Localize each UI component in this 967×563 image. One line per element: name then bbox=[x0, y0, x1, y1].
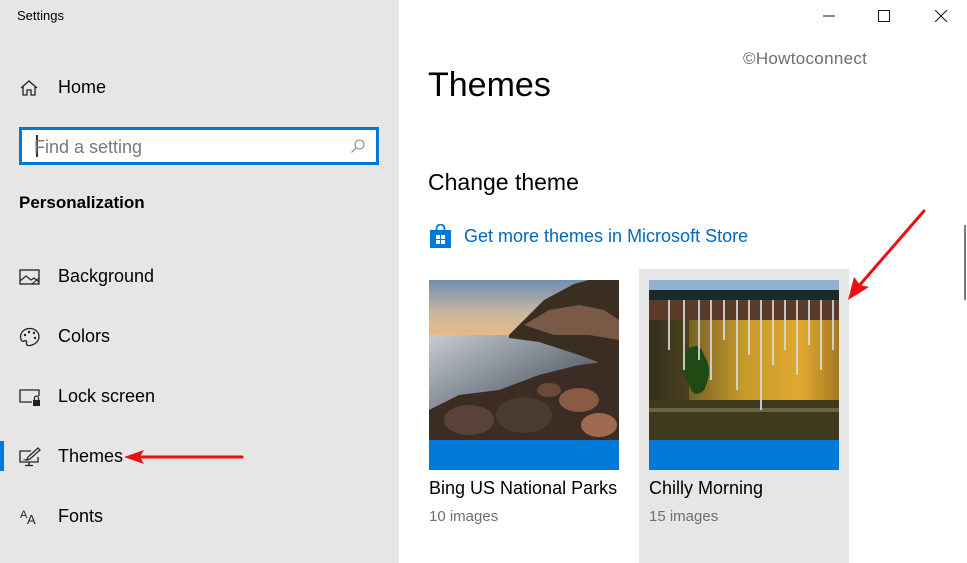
theme-card-bing-us-national-parks[interactable]: Bing US National Parks 10 images bbox=[419, 269, 629, 563]
close-button[interactable] bbox=[918, 0, 964, 32]
picture-icon bbox=[19, 269, 40, 285]
theme-card-chilly-morning[interactable]: Chilly Morning 15 images bbox=[639, 269, 849, 563]
theme-image-count: 10 images bbox=[429, 508, 499, 525]
sidebar-item-colors[interactable]: Colors bbox=[0, 317, 399, 357]
themes-brush-monitor-icon bbox=[19, 447, 41, 467]
fonts-icon: A A bbox=[20, 509, 36, 527]
search-box[interactable] bbox=[19, 127, 379, 165]
active-indicator bbox=[0, 441, 4, 471]
svg-text:A: A bbox=[27, 512, 36, 527]
search-input[interactable] bbox=[34, 135, 334, 159]
section-heading: Personalization bbox=[19, 193, 145, 212]
maximize-button[interactable] bbox=[861, 0, 907, 32]
theme-accent-color bbox=[429, 440, 619, 470]
sidebar-item-label: Fonts bbox=[58, 506, 104, 526]
sidebar-item-label: Lock screen bbox=[58, 386, 156, 406]
minimize-icon bbox=[823, 15, 835, 17]
lock-screen-icon bbox=[19, 389, 40, 406]
palette-icon bbox=[19, 327, 40, 347]
scrollbar-thumb[interactable] bbox=[964, 225, 966, 300]
watermark: ©Howtoconnect bbox=[743, 49, 868, 68]
theme-accent-color bbox=[649, 440, 839, 470]
sidebar-item-background[interactable]: Background bbox=[0, 257, 399, 297]
maximize-icon bbox=[878, 10, 890, 22]
microsoft-store-link[interactable]: Get more themes in Microsoft Store bbox=[428, 222, 748, 250]
sidebar-item-fonts[interactable]: A A Fonts bbox=[0, 497, 399, 537]
search-icon[interactable] bbox=[350, 138, 366, 154]
minimize-button[interactable] bbox=[806, 0, 852, 32]
page-title: Themes bbox=[428, 66, 551, 104]
app-title: Settings bbox=[17, 8, 64, 23]
store-link-text: Get more themes in Microsoft Store bbox=[464, 225, 749, 246]
change-theme-heading: Change theme bbox=[428, 169, 579, 195]
theme-name: Chilly Morning bbox=[649, 478, 764, 498]
sidebar-item-label: Colors bbox=[58, 326, 111, 346]
home-icon bbox=[20, 80, 38, 96]
store-bag-icon bbox=[430, 223, 451, 248]
theme-thumbnail-coast bbox=[429, 280, 619, 440]
sidebar-home[interactable]: Home bbox=[0, 70, 399, 106]
theme-name: Bing US National Parks bbox=[429, 478, 618, 498]
sidebar: Settings Home Personalization Background bbox=[0, 0, 399, 563]
home-label: Home bbox=[58, 77, 107, 97]
theme-thumbnail-icicles bbox=[649, 280, 839, 440]
close-icon bbox=[935, 10, 947, 22]
sidebar-item-lock-screen[interactable]: Lock screen bbox=[0, 377, 399, 417]
sidebar-item-themes[interactable]: Themes bbox=[0, 437, 399, 477]
sidebar-item-label: Themes bbox=[58, 446, 124, 466]
sidebar-item-label: Background bbox=[58, 266, 155, 286]
theme-image-count: 15 images bbox=[649, 508, 719, 525]
